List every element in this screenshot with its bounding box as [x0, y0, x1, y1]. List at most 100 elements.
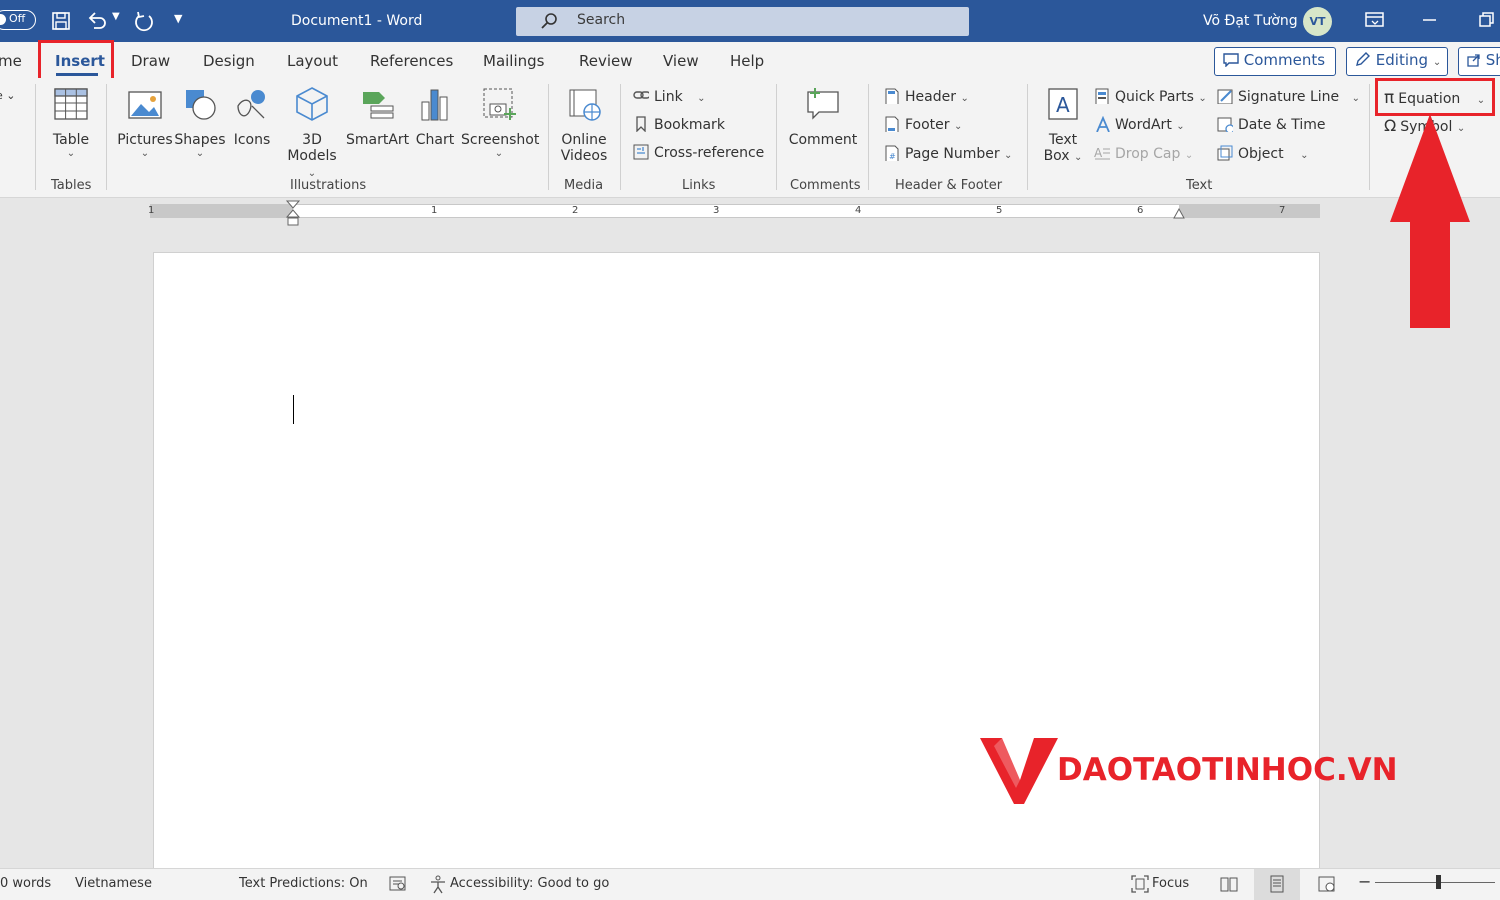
focus-icon[interactable] [1131, 875, 1149, 893]
user-name[interactable]: Võ Đạt Tường [1203, 13, 1298, 29]
header-label: Header [905, 89, 956, 105]
comments-button[interactable]: Comments [1214, 47, 1336, 76]
editing-mode-button[interactable]: Editing ⌄ [1346, 47, 1448, 76]
shapes-icon [186, 90, 216, 120]
tab-design[interactable]: Design [203, 52, 255, 70]
ruler-number: 7 [1279, 205, 1286, 216]
equation-highlight [1375, 78, 1495, 116]
online-videos-button[interactable]: Online Videos [556, 86, 612, 164]
icons-button[interactable]: Icons [230, 86, 274, 148]
customize-toolbar-icon[interactable]: ▼ [174, 12, 182, 25]
zoom-slider-track[interactable] [1375, 882, 1495, 883]
link-button[interactable]: Link ⌄ [633, 88, 706, 105]
smartart-label: SmartArt [346, 132, 410, 148]
comments-button-label: Comments [1243, 51, 1326, 69]
quick-parts-button[interactable]: Quick Parts ⌄ [1094, 88, 1207, 105]
chevron-down-icon: ⌄ [954, 121, 963, 132]
ruler-number: 6 [1137, 205, 1144, 216]
shapes-button[interactable]: Shapes ⌄ [174, 86, 226, 159]
bookmark-icon [636, 116, 646, 132]
text-predictions-status[interactable]: Text Predictions: On [239, 876, 368, 891]
tab-review[interactable]: Review [579, 52, 633, 70]
zoom-slider-thumb[interactable] [1436, 875, 1441, 889]
share-button[interactable]: Sh [1458, 47, 1500, 76]
group-separator [868, 84, 869, 190]
group-label-text: Text [1186, 178, 1213, 193]
cube-icon [296, 87, 328, 121]
bookmark-button[interactable]: Bookmark [633, 116, 725, 133]
pictures-button[interactable]: Pictures ⌄ [117, 86, 173, 159]
3d-models-button[interactable]: 3D Models ⌄ [282, 86, 342, 180]
proofing-icon[interactable] [389, 875, 407, 893]
footer-button[interactable]: Footer ⌄ [884, 116, 962, 133]
tab-home[interactable]: me [0, 52, 22, 70]
3d-models-label: Models [287, 148, 337, 164]
group-separator [548, 84, 549, 190]
link-label: Link [654, 89, 683, 105]
group-label-comments: Comments [790, 178, 861, 193]
header-icon [885, 88, 899, 104]
page-number-icon: # [885, 145, 899, 161]
pictures-label: Pictures [117, 132, 173, 148]
page-number-button[interactable]: # Page Number ⌄ [884, 145, 1012, 162]
web-layout-icon[interactable] [1318, 875, 1336, 893]
status-bar: 0 words Vietnamese Text Predictions: On … [0, 868, 1500, 900]
save-icon[interactable] [51, 11, 71, 31]
drop-cap-button[interactable]: A Drop Cap ⌄ [1094, 145, 1193, 162]
screenshot-button[interactable]: Screenshot ⌄ [461, 86, 539, 159]
tab-references[interactable]: References [370, 52, 453, 70]
horizontal-ruler[interactable]: 1 1 2 3 4 5 6 7 [148, 204, 1320, 218]
ruler-number: 5 [996, 205, 1003, 216]
new-comment-button[interactable]: Comment [786, 86, 860, 148]
signature-line-button[interactable]: Signature Line ⌄ [1217, 88, 1360, 105]
language-indicator[interactable]: Vietnamese [75, 876, 152, 891]
wordart-label: WordArt [1115, 117, 1172, 133]
read-mode-icon[interactable] [1219, 875, 1239, 893]
wordart-button[interactable]: WordArt ⌄ [1094, 116, 1185, 133]
pages-cut-chevron[interactable]: e ⌄ [0, 89, 15, 102]
pictures-icon [128, 91, 162, 119]
ribbon-display-options-icon[interactable] [1365, 11, 1385, 29]
undo-icon[interactable] [86, 10, 108, 32]
3d-models-label-line1: 3D [302, 132, 322, 148]
search-box[interactable]: Search [516, 7, 969, 36]
focus-mode-label[interactable]: Focus [1152, 876, 1189, 891]
right-indent-marker-icon[interactable] [1173, 208, 1185, 220]
table-button[interactable]: Table ⌄ [44, 86, 98, 159]
chart-button[interactable]: Chart [414, 86, 456, 148]
link-icon [633, 91, 649, 99]
print-layout-icon[interactable] [1269, 875, 1285, 893]
restore-icon[interactable] [1478, 11, 1496, 29]
chevron-down-icon: ⌄ [195, 148, 205, 159]
tab-layout[interactable]: Layout [287, 52, 338, 70]
word-count[interactable]: 0 words [0, 876, 51, 891]
ruler-number: 1 [148, 205, 155, 216]
ruler-number: 3 [713, 205, 720, 216]
tab-draw[interactable]: Draw [131, 52, 170, 70]
text-box-button[interactable]: A Text Box ⌄ [1036, 86, 1090, 164]
smartart-button[interactable]: SmartArt [346, 86, 410, 148]
search-placeholder: Search [577, 12, 626, 28]
indent-marker-icon[interactable] [286, 200, 300, 228]
object-label: Object [1238, 146, 1284, 162]
date-time-button[interactable]: Date & Time [1217, 116, 1326, 133]
object-button[interactable]: Object ⌄ [1217, 145, 1308, 162]
tab-view[interactable]: View [663, 52, 699, 70]
cross-reference-button[interactable]: Cross-reference [633, 144, 764, 161]
accessibility-status[interactable]: Accessibility: Good to go [450, 876, 609, 891]
redo-icon[interactable] [133, 10, 155, 32]
accessibility-icon[interactable] [428, 874, 448, 894]
text-cursor [293, 395, 294, 424]
zoom-out-icon[interactable]: − [1358, 872, 1371, 891]
autosave-toggle[interactable]: Off [0, 10, 36, 30]
minimize-icon[interactable] [1421, 12, 1439, 28]
undo-dropdown-icon[interactable]: ▼ [112, 11, 120, 22]
tab-help[interactable]: Help [730, 52, 764, 70]
tab-mailings[interactable]: Mailings [483, 52, 544, 70]
header-button[interactable]: Header ⌄ [884, 88, 969, 105]
chevron-down-icon: ⌄ [1300, 150, 1309, 161]
signature-line-icon [1217, 89, 1233, 104]
chart-label: Chart [415, 132, 455, 148]
editing-mode-label: Editing [1375, 51, 1429, 69]
avatar[interactable]: VT [1303, 7, 1332, 36]
